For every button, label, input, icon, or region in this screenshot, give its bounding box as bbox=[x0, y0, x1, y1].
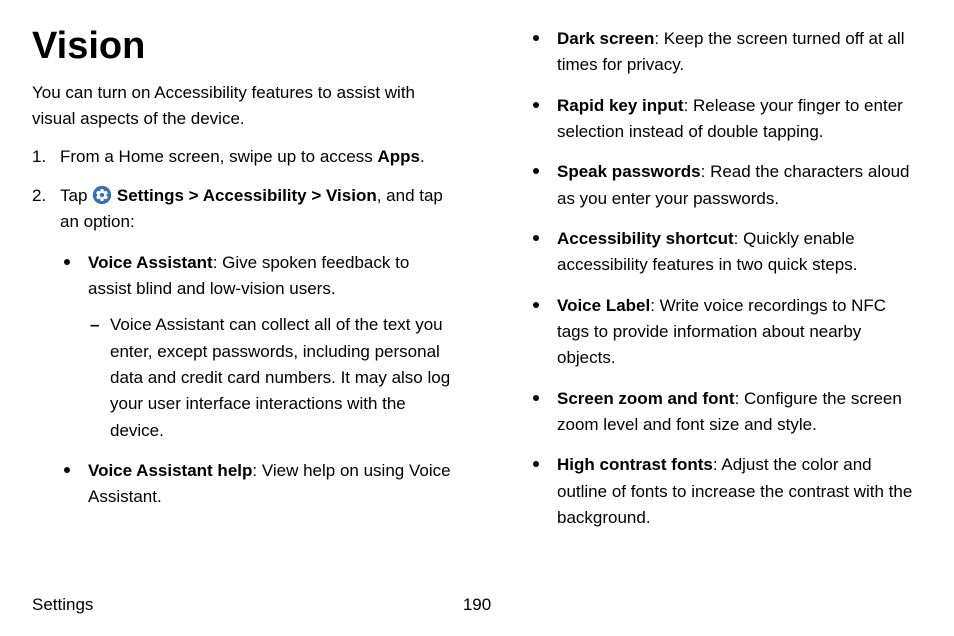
list-item: Screen zoom and font: Configure the scre… bbox=[529, 386, 922, 439]
page-footer: Settings 190 bbox=[32, 592, 922, 618]
apps-label: Apps bbox=[377, 147, 420, 166]
step2-tap: Tap bbox=[60, 186, 92, 205]
list-item: Voice Assistant: Give spoken feedback to… bbox=[60, 250, 453, 444]
rapid-key-label: Rapid key input bbox=[557, 96, 684, 115]
accessibility-label: Accessibility bbox=[203, 186, 307, 205]
page-title: Vision bbox=[32, 26, 453, 68]
list-item: Rapid key input: Release your finger to … bbox=[529, 93, 922, 146]
hc-fonts-label: High contrast fonts bbox=[557, 455, 713, 474]
list-item: Dark screen: Keep the screen turned off … bbox=[529, 26, 922, 79]
content-columns: Vision You can turn on Accessibility fea… bbox=[32, 26, 922, 574]
sub-list: Voice Assistant can collect all of the t… bbox=[88, 312, 453, 444]
step1-dot: . bbox=[420, 147, 425, 166]
sep1: > bbox=[184, 186, 203, 205]
a11y-shortcut-label: Accessibility shortcut bbox=[557, 229, 734, 248]
speak-pw-label: Speak passwords bbox=[557, 162, 701, 181]
step1-text: From a Home screen, swipe up to access bbox=[60, 147, 377, 166]
list-item: Voice Assistant can collect all of the t… bbox=[88, 312, 453, 444]
gear-icon bbox=[92, 185, 112, 205]
list-item: Voice Assistant help: View help on using… bbox=[60, 458, 453, 511]
step-1: From a Home screen, swipe up to access A… bbox=[32, 144, 453, 170]
list-item: High contrast fonts: Adjust the color an… bbox=[529, 452, 922, 531]
list-item: Accessibility shortcut: Quickly enable a… bbox=[529, 226, 922, 279]
vision-label: Vision bbox=[326, 186, 377, 205]
footer-section: Settings bbox=[32, 592, 93, 618]
va-help-label: Voice Assistant help bbox=[88, 461, 252, 480]
dark-screen-label: Dark screen bbox=[557, 29, 654, 48]
intro-text: You can turn on Accessibility features t… bbox=[32, 80, 453, 133]
voice-label-label: Voice Label bbox=[557, 296, 650, 315]
voice-assistant-label: Voice Assistant bbox=[88, 253, 213, 272]
sep2: > bbox=[307, 186, 326, 205]
page-number: 190 bbox=[463, 592, 491, 618]
settings-label: Settings bbox=[117, 186, 184, 205]
list-item: Speak passwords: Read the characters alo… bbox=[529, 159, 922, 212]
list-item: Voice Label: Write voice recordings to N… bbox=[529, 293, 922, 372]
screen-zoom-label: Screen zoom and font bbox=[557, 389, 735, 408]
